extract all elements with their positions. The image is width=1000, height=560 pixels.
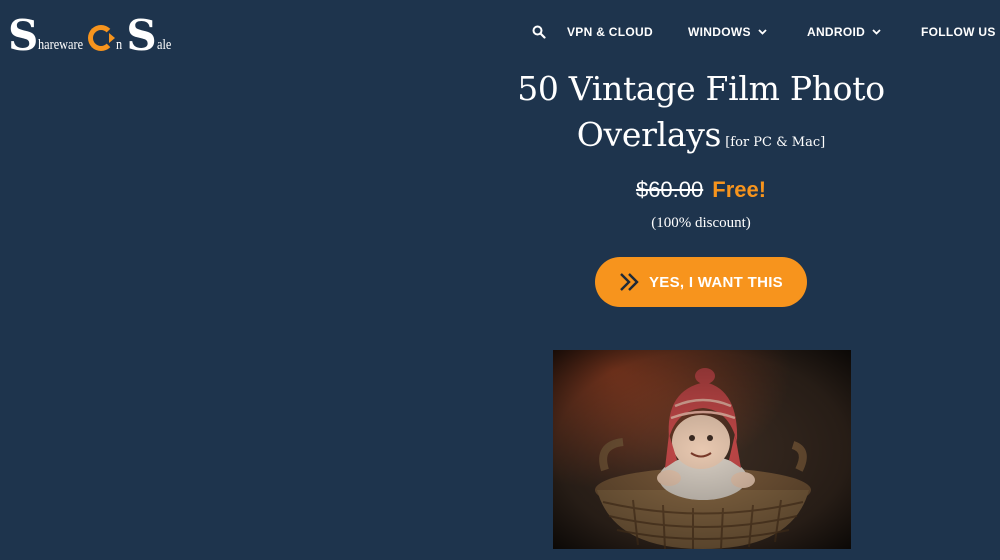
cta-label: YES, I WANT THIS — [649, 273, 783, 291]
main-nav: VPN & CLOUD WINDOWS ANDROID FOLLOW US — [532, 24, 1000, 40]
sale-price: Free! — [712, 177, 767, 202]
get-deal-button[interactable]: YES, I WANT THIS — [595, 257, 807, 307]
product-image — [553, 350, 851, 549]
nav-item-windows[interactable]: WINDOWS — [688, 25, 767, 39]
nav-item-label: WINDOWS — [688, 25, 751, 39]
nav-item-label: FOLLOW US — [921, 25, 996, 39]
logo-letter-s: S — [8, 11, 39, 60]
nav-item-android[interactable]: ANDROID — [807, 25, 881, 39]
logo-word-n: n — [116, 37, 123, 53]
original-price: $60.00 — [635, 177, 704, 202]
platform-label: [for PC & Mac] — [725, 135, 826, 150]
product-title-text: 50 Vintage Film Photo Overlays — [517, 69, 885, 154]
power-ring-icon — [88, 25, 116, 51]
price-line: $60.00 Free! — [500, 176, 902, 205]
double-chevron-right-icon — [620, 273, 639, 291]
baby-in-basket-photo — [553, 350, 851, 549]
nav-item-vpn-cloud[interactable]: VPN & CLOUD — [567, 25, 653, 39]
nav-item-label: VPN & CLOUD — [567, 25, 653, 39]
site-logo[interactable]: S hareware n S ale — [8, 11, 177, 60]
product-title: 50 Vintage Film Photo Overlays [for PC & … — [500, 66, 902, 166]
product-info: 50 Vintage Film Photo Overlays [for PC & … — [500, 66, 902, 232]
chevron-down-icon — [872, 29, 881, 35]
search-icon[interactable] — [532, 25, 546, 39]
logo-word-hareware: hareware — [38, 37, 84, 53]
nav-item-follow-us[interactable]: FOLLOW US — [921, 25, 996, 39]
chevron-down-icon — [758, 29, 767, 35]
nav-item-label: ANDROID — [807, 25, 866, 39]
discount-label: (100% discount) — [651, 215, 751, 231]
logo-letter-s-second: S — [126, 11, 157, 60]
logo-word-ale: ale — [156, 37, 172, 53]
